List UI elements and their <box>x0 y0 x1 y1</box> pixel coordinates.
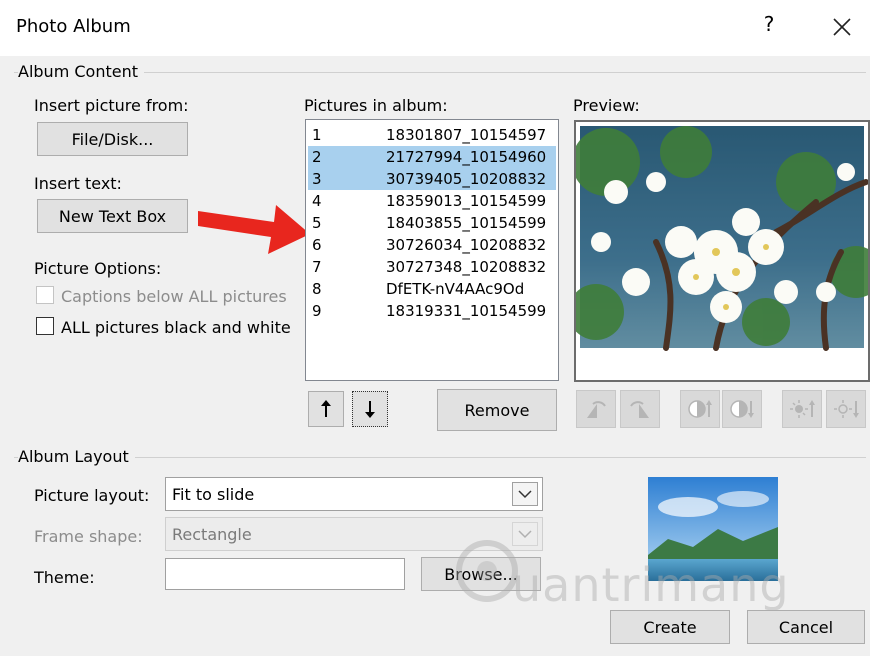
contrast-down-icon <box>730 400 754 418</box>
cancel-button[interactable]: Cancel <box>747 610 865 644</box>
picture-list-item[interactable]: 6 30726034_10208832 <box>308 234 556 256</box>
rotate-left-button[interactable] <box>576 390 616 428</box>
photo-album-dialog: Photo Album ? Album Content Insert pictu… <box>0 0 870 656</box>
brightness-up-icon <box>790 400 815 418</box>
arrow-up-icon <box>321 400 331 417</box>
close-icon <box>833 18 851 36</box>
decrease-contrast-button[interactable] <box>722 390 762 428</box>
picture-list-item[interactable]: 2 21727994_10154960 <box>308 146 556 168</box>
decrease-brightness-button[interactable] <box>826 390 866 428</box>
insert-text-label: Insert text: <box>34 174 122 193</box>
frame-shape-value: Rectangle <box>172 524 252 544</box>
move-down-button[interactable] <box>352 391 388 427</box>
captions-checkbox-label: Captions below ALL pictures <box>61 287 287 306</box>
watermark-text: uantrimang <box>512 558 790 612</box>
captions-checkbox[interactable] <box>36 286 54 304</box>
pictures-listbox[interactable]: 1 18301807_10154597 2 21727994_10154960 33… <box>305 119 559 381</box>
close-button[interactable] <box>822 10 862 44</box>
picture-list-item[interactable]: 1 18301807_10154597 <box>308 124 556 146</box>
picture-layout-label: Picture layout: <box>34 486 150 505</box>
new-text-box-button[interactable]: New Text Box <box>37 199 188 233</box>
picture-options-label: Picture Options: <box>34 259 162 278</box>
album-layout-group-label: Album Layout <box>18 447 135 466</box>
move-up-button[interactable] <box>308 391 344 427</box>
red-arrow-annotation <box>198 205 310 254</box>
picture-list-item[interactable]: 7 30727348_10208832 <box>308 256 556 278</box>
theme-input[interactable] <box>165 558 405 590</box>
chevron-down-icon <box>512 482 538 506</box>
frame-shape-label: Frame shape: <box>34 527 143 546</box>
preview-frame <box>574 120 870 382</box>
create-button[interactable]: Create <box>610 610 730 644</box>
cherry-blossom-preview-image <box>576 126 868 351</box>
pictures-in-album-label: Pictures in album: <box>304 96 448 115</box>
album-content-group-label: Album Content <box>18 62 144 81</box>
insert-picture-label: Insert picture from: <box>34 96 189 115</box>
help-button[interactable]: ? <box>756 12 782 42</box>
picture-list-item[interactable]: 4 18359013_10154599 <box>308 190 556 212</box>
picture-list-item[interactable]: 3 30739405_10208832 <box>308 168 556 190</box>
brightness-down-icon <box>834 400 859 418</box>
preview-label: Preview: <box>573 96 640 115</box>
picture-layout-value: Fit to slide <box>172 484 255 504</box>
contrast-up-icon <box>688 400 712 418</box>
dialog-title: Photo Album <box>16 16 131 37</box>
rotate-right-button[interactable] <box>620 390 660 428</box>
picture-layout-select[interactable]: Fit to slide <box>165 477 543 511</box>
picture-list-item[interactable]: 9 18319331_10154599 <box>308 300 556 322</box>
theme-label: Theme: <box>34 568 95 587</box>
picture-list-item[interactable]: 5 18403855_10154599 <box>308 212 556 234</box>
increase-brightness-button[interactable] <box>782 390 822 428</box>
rotate-right-icon <box>630 401 649 418</box>
file-disk-button[interactable]: File/Disk... <box>37 122 188 156</box>
remove-button[interactable]: Remove <box>437 389 557 431</box>
increase-contrast-button[interactable] <box>680 390 720 428</box>
black-white-checkbox-label: ALL pictures black and white <box>61 318 291 337</box>
black-white-checkbox[interactable] <box>36 317 54 335</box>
rotate-left-icon <box>587 401 606 418</box>
picture-list-item[interactable]: 8 DfETK-nV4AAc9Od <box>308 278 556 300</box>
album-layout-separator <box>14 457 866 458</box>
arrow-down-icon <box>365 401 375 418</box>
